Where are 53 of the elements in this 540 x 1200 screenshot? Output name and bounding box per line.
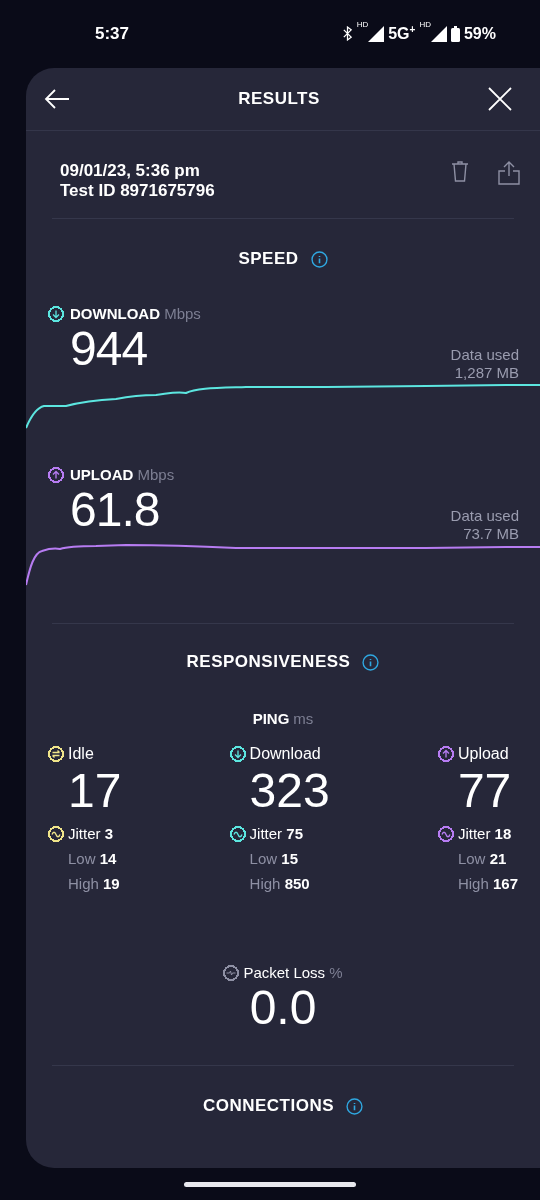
ping-value: 323: [248, 763, 330, 819]
screen-title: RESULTS: [238, 89, 320, 109]
data-used-value: 1,287 MB: [454, 364, 519, 382]
test-datetime: 09/01/23, 5:36 pm: [60, 161, 201, 181]
network-type: 5G$^{+}$: [388, 24, 416, 44]
signal-icon: [430, 26, 447, 42]
section-heading: CONNECTIONS: [202, 1096, 335, 1116]
battery-icon: [450, 26, 460, 42]
jitter-value: Jitter 18: [457, 825, 512, 842]
speed-label: DOWNLOAD Mbps: [70, 305, 201, 322]
data-used-label: Data used: [450, 507, 519, 525]
wave-icon: [229, 825, 246, 842]
jitter-value: Jitter 3: [68, 825, 114, 842]
back-button[interactable]: [44, 89, 70, 109]
high-value: High 167: [456, 875, 518, 892]
clock-time: 5:37: [95, 24, 131, 44]
share-button[interactable]: [498, 161, 520, 185]
ping-value: 17: [67, 763, 122, 819]
low-value: Low 21: [456, 850, 508, 867]
high-value: High 850: [248, 875, 311, 892]
ping-type-label: Idle: [68, 745, 94, 763]
pulse-icon: [223, 964, 240, 981]
delete-button[interactable]: [450, 161, 470, 183]
ping-type-label: Download: [249, 745, 321, 763]
speed-value: 61.8: [70, 483, 160, 537]
jitter-value: Jitter 75: [249, 825, 303, 842]
data-used-label: Data used: [450, 346, 519, 364]
packet-loss-label: Packet Loss %: [243, 964, 343, 981]
section-heading: RESPONSIVENESS: [186, 652, 351, 672]
hd-label: HD: [356, 20, 369, 30]
packet-loss-value: 0.0: [249, 981, 317, 1035]
data-used-value: 73.7 MB: [463, 525, 519, 543]
signal-icon: [368, 26, 385, 42]
ping-type-label: Upload: [457, 745, 509, 763]
section-heading: SPEED: [238, 249, 299, 269]
wave-icon: [48, 825, 64, 842]
wave-icon: [437, 825, 454, 842]
info-icon[interactable]: [310, 250, 328, 268]
ping-label: PING ms: [251, 710, 315, 727]
info-icon[interactable]: [362, 653, 380, 671]
info-icon[interactable]: [346, 1097, 364, 1115]
home-indicator[interactable]: [184, 1181, 356, 1187]
speed-label: UPLOAD Mbps: [70, 466, 175, 483]
hd-label: HD: [419, 20, 431, 30]
high-value: High 19: [67, 875, 121, 892]
ping-value: 77: [456, 763, 513, 819]
speed-value: 944: [70, 322, 148, 376]
test-id: Test ID 8971675796: [60, 181, 216, 201]
battery-percent: 59%: [463, 25, 496, 43]
bluetooth-icon: [341, 26, 353, 42]
low-value: Low 15: [248, 850, 299, 867]
low-value: Low 14: [67, 850, 118, 867]
close-button[interactable]: [488, 87, 512, 111]
